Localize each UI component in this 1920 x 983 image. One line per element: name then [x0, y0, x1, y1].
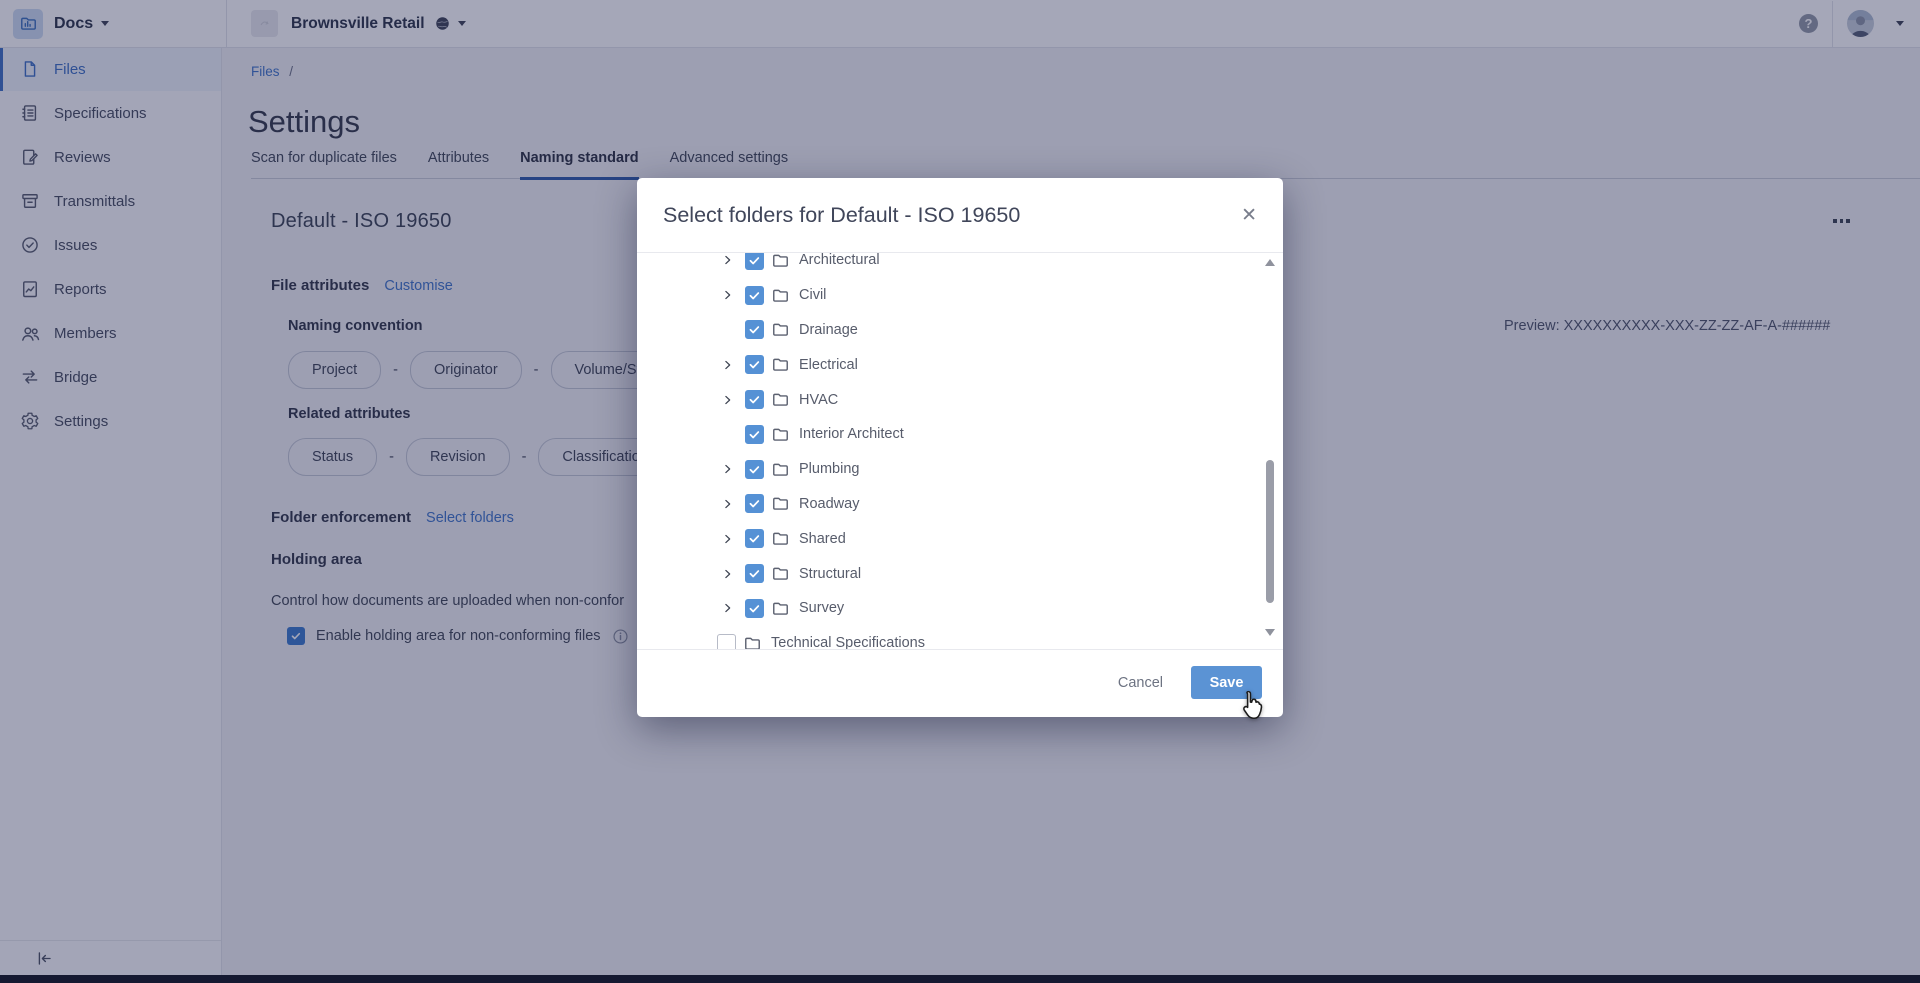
folder-icon	[771, 320, 790, 339]
folder-name: Structural	[799, 566, 861, 582]
folder-name: Architectural	[799, 252, 880, 268]
scroll-down-arrow[interactable]	[1265, 629, 1275, 636]
folder-icon	[771, 286, 790, 305]
dialog-footer: Cancel Save	[637, 648, 1283, 717]
mouse-cursor-hand	[1237, 688, 1267, 722]
folder-checkbox[interactable]	[745, 425, 764, 444]
folder-checkbox[interactable]	[745, 252, 764, 270]
folder-name: Plumbing	[799, 461, 859, 477]
folder-name: Drainage	[799, 322, 858, 338]
chevron-right-icon[interactable]	[721, 530, 735, 548]
folder-row-interior-architect[interactable]: Interior Architect	[637, 417, 1283, 452]
folder-checkbox[interactable]	[745, 529, 764, 548]
folder-checkbox[interactable]	[745, 564, 764, 583]
chevron-right-icon[interactable]	[721, 460, 735, 478]
folder-name: HVAC	[799, 392, 838, 408]
folder-row-shared[interactable]: Shared	[637, 521, 1283, 556]
folder-row-roadway[interactable]: Roadway	[637, 487, 1283, 522]
folder-row-drainage[interactable]: Drainage	[637, 313, 1283, 348]
folder-icon	[771, 390, 790, 409]
app-window: Docs Brownsville Retail ? Files	[0, 0, 1920, 983]
folder-row-civil[interactable]: Civil	[637, 278, 1283, 313]
scroll-up-arrow[interactable]	[1265, 259, 1275, 266]
folder-name: Shared	[799, 531, 846, 547]
folder-checkbox[interactable]	[745, 390, 764, 409]
folder-icon	[771, 564, 790, 583]
folder-icon	[771, 460, 790, 479]
folder-icon	[771, 252, 790, 270]
folder-row-electrical[interactable]: Electrical	[637, 347, 1283, 382]
folder-row-technical-specifications[interactable]: Technical Specifications	[637, 626, 1283, 650]
folder-name: Civil	[799, 287, 826, 303]
folder-row-hvac[interactable]: HVAC	[637, 382, 1283, 417]
chevron-right-icon[interactable]	[721, 391, 735, 409]
chevron-right-icon[interactable]	[721, 599, 735, 617]
folder-row-structural[interactable]: Structural	[637, 556, 1283, 591]
folder-checkbox[interactable]	[745, 460, 764, 479]
folder-checkbox[interactable]	[745, 355, 764, 374]
folder-name: Roadway	[799, 496, 859, 512]
folder-tree: Architectural Civil Drainage Electrical …	[637, 252, 1283, 650]
folder-row-architectural[interactable]: Architectural	[637, 252, 1283, 278]
folder-checkbox[interactable]	[745, 599, 764, 618]
folder-rows: Architectural Civil Drainage Electrical …	[637, 252, 1283, 650]
folder-icon	[771, 425, 790, 444]
select-folders-dialog: Select folders for Default - ISO 19650 ✕…	[637, 178, 1283, 717]
folder-icon	[771, 529, 790, 548]
folder-row-plumbing[interactable]: Plumbing	[637, 452, 1283, 487]
folder-checkbox[interactable]	[745, 320, 764, 339]
folder-row-survey[interactable]: Survey	[637, 591, 1283, 626]
folder-name: Electrical	[799, 357, 858, 373]
folder-checkbox[interactable]	[745, 494, 764, 513]
chevron-right-icon[interactable]	[721, 356, 735, 374]
folder-name: Interior Architect	[799, 426, 904, 442]
chevron-right-icon[interactable]	[721, 286, 735, 304]
chevron-right-icon[interactable]	[721, 252, 735, 269]
folder-icon	[771, 494, 790, 513]
dialog-header: Select folders for Default - ISO 19650 ✕	[637, 178, 1283, 252]
cancel-button[interactable]: Cancel	[1118, 675, 1163, 691]
folder-icon	[771, 355, 790, 374]
chevron-right-icon[interactable]	[721, 495, 735, 513]
folder-icon	[771, 599, 790, 618]
folder-checkbox[interactable]	[745, 286, 764, 305]
dialog-title: Select folders for Default - ISO 19650	[663, 203, 1020, 228]
folder-name: Survey	[799, 600, 844, 616]
chevron-right-icon[interactable]	[721, 565, 735, 583]
close-icon[interactable]: ✕	[1241, 206, 1257, 225]
scrollbar-thumb[interactable]	[1266, 460, 1274, 603]
